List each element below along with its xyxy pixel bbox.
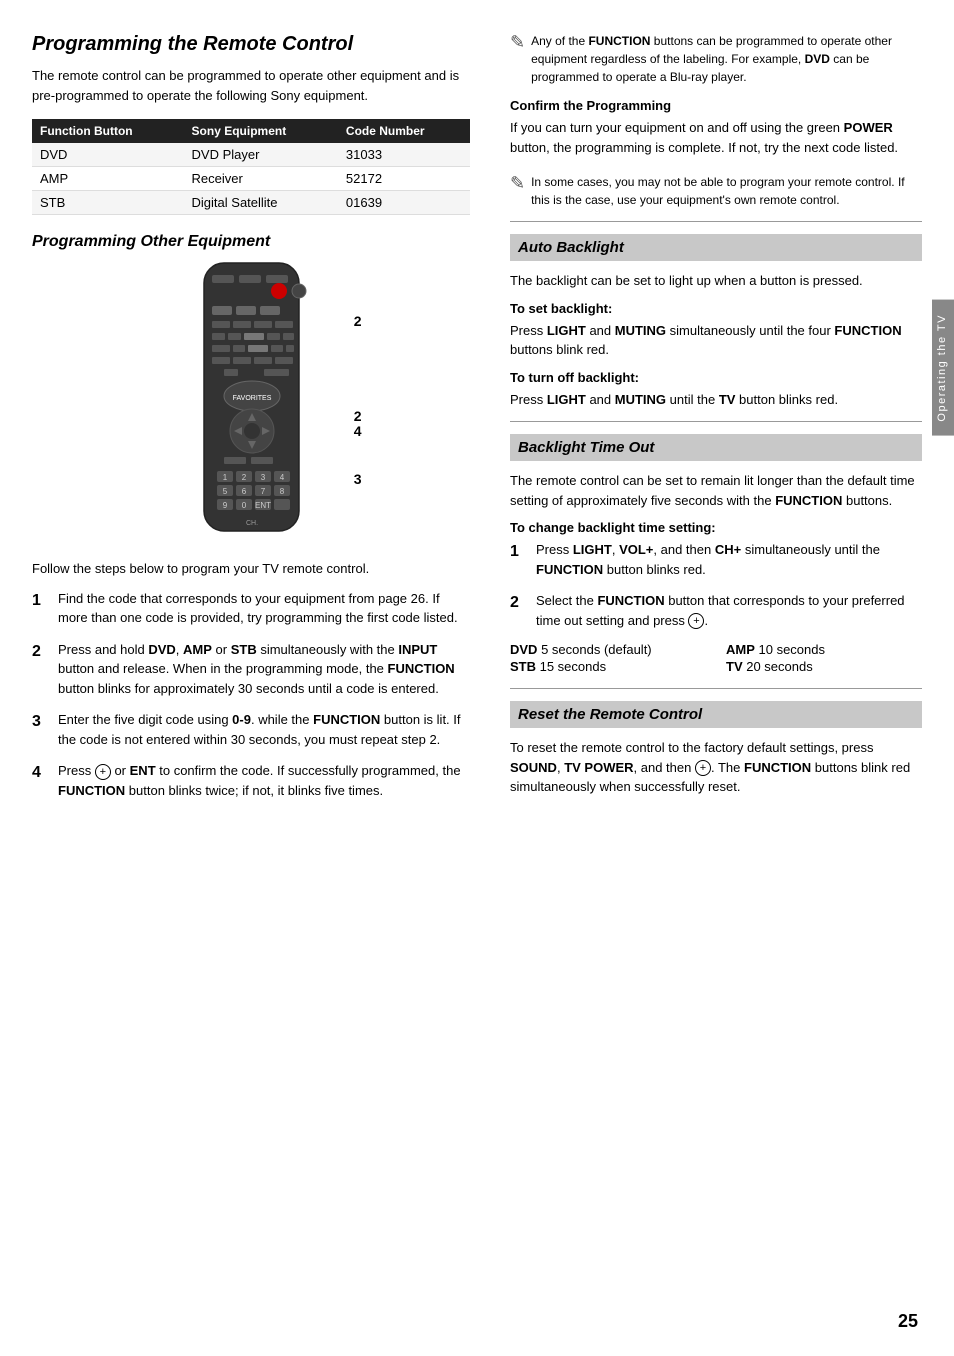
- left-column: Programming the Remote Control The remot…: [0, 0, 490, 1356]
- step-2-text: Press and hold DVD, AMP or STB simultane…: [58, 640, 470, 699]
- autobacklight-header: Auto Backlight: [510, 234, 922, 261]
- section2-title: Programming Other Equipment: [32, 233, 470, 251]
- table-row: DVDDVD Player31033: [32, 143, 470, 167]
- svg-text:2: 2: [241, 473, 246, 482]
- note-text-1: Any of the FUNCTION buttons can be progr…: [531, 32, 922, 86]
- step-1: Find the code that corresponds to your e…: [32, 589, 470, 628]
- backlight-step-1: Press LIGHT, VOL+, and then CH+ simultan…: [510, 540, 922, 579]
- backlight-steps: Press LIGHT, VOL+, and then CH+ simultan…: [510, 540, 922, 630]
- equipment-table: Function Button Sony Equipment Code Numb…: [32, 119, 470, 215]
- side-label: Operating the TV: [932, 300, 954, 436]
- steps-list: Find the code that corresponds to your e…: [32, 589, 470, 801]
- backlight-step-1-text: Press LIGHT, VOL+, and then CH+ simultan…: [536, 540, 922, 579]
- note-icon-2: ✎: [510, 173, 525, 209]
- svg-text:5: 5: [222, 487, 227, 496]
- set-backlight-text: Press LIGHT and MUTING simultaneously un…: [510, 321, 922, 360]
- svg-text:9: 9: [222, 501, 227, 510]
- backlight-step-2: Select the FUNCTION button that correspo…: [510, 591, 922, 630]
- svg-text:4: 4: [279, 473, 284, 482]
- table-cell: STB: [32, 191, 184, 215]
- step-4: Press + or ENT to confirm the code. If s…: [32, 761, 470, 800]
- step-3-text: Enter the five digit code using 0-9. whi…: [58, 710, 470, 749]
- table-cell: 01639: [338, 191, 470, 215]
- turn-off-heading: To turn off backlight:: [510, 370, 922, 385]
- svg-text:3: 3: [260, 473, 265, 482]
- time-table-entry: STB 15 seconds: [510, 659, 706, 674]
- table-cell: DVD Player: [184, 143, 338, 167]
- reset-header: Reset the Remote Control: [510, 701, 922, 728]
- table-cell: Receiver: [184, 167, 338, 191]
- enter-button-icon-2: +: [695, 760, 711, 776]
- step-3: Enter the five digit code using 0-9. whi…: [32, 710, 470, 749]
- svg-text:8: 8: [279, 487, 284, 496]
- enter-button-icon: +: [688, 613, 704, 629]
- confirm-text: If you can turn your equipment on and of…: [510, 118, 922, 157]
- note-text-2: In some cases, you may not be able to pr…: [531, 173, 922, 209]
- callout-3: 3: [354, 471, 362, 487]
- svg-text:6: 6: [241, 487, 246, 496]
- table-cell: DVD: [32, 143, 184, 167]
- step-4-text: Press + or ENT to confirm the code. If s…: [58, 761, 470, 800]
- callout-2: 2: [354, 313, 362, 329]
- page-number: 25: [898, 1311, 918, 1332]
- divider-2: [510, 421, 922, 422]
- page-title: Programming the Remote Control: [32, 32, 470, 56]
- table-header-equipment: Sony Equipment: [184, 119, 338, 143]
- turn-off-text: Press LIGHT and MUTING until the TV butt…: [510, 390, 922, 410]
- svg-text:FAVORITES: FAVORITES: [232, 395, 271, 402]
- backlight-timeout-text: The remote control can be set to remain …: [510, 471, 922, 510]
- time-table-entry: TV 20 seconds: [726, 659, 922, 674]
- svg-text:7: 7: [260, 487, 265, 496]
- intro-text: The remote control can be programmed to …: [32, 66, 470, 105]
- divider-3: [510, 688, 922, 689]
- time-table-entry: DVD 5 seconds (default): [510, 642, 706, 657]
- table-header-function: Function Button: [32, 119, 184, 143]
- remote-svg: FAVORITES 1: [169, 261, 334, 541]
- set-backlight-heading: To set backlight:: [510, 301, 922, 316]
- svg-text:ENT: ENT: [255, 501, 271, 510]
- note-box-1: ✎ Any of the FUNCTION buttons can be pro…: [510, 32, 922, 86]
- autobacklight-text: The backlight can be set to light up whe…: [510, 271, 922, 291]
- callout-24: 24: [354, 409, 362, 440]
- time-table-entry: AMP 10 seconds: [726, 642, 922, 657]
- svg-text:1: 1: [222, 473, 227, 482]
- confirm-section: Confirm the Programming If you can turn …: [510, 98, 922, 157]
- svg-text:CH.: CH.: [245, 520, 257, 527]
- backlight-step-2-text: Select the FUNCTION button that correspo…: [536, 591, 922, 630]
- table-row: AMPReceiver52172: [32, 167, 470, 191]
- reset-text: To reset the remote control to the facto…: [510, 738, 922, 797]
- confirm-heading: Confirm the Programming: [510, 98, 922, 113]
- step-1-text: Find the code that corresponds to your e…: [58, 589, 470, 628]
- note-box-2: ✎ In some cases, you may not be able to …: [510, 173, 922, 209]
- divider-1: [510, 221, 922, 222]
- table-cell: Digital Satellite: [184, 191, 338, 215]
- page: Programming the Remote Control The remot…: [0, 0, 954, 1356]
- time-table: DVD 5 seconds (default) AMP 10 seconds STB…: [510, 642, 922, 674]
- step-2: Press and hold DVD, AMP or STB simultane…: [32, 640, 470, 699]
- change-heading: To change backlight time setting:: [510, 520, 922, 535]
- table-cell: AMP: [32, 167, 184, 191]
- table-row: STBDigital Satellite01639: [32, 191, 470, 215]
- backlight-timeout-header: Backlight Time Out: [510, 434, 922, 461]
- right-column: ✎ Any of the FUNCTION buttons can be pro…: [490, 0, 954, 1356]
- note-icon-1: ✎: [510, 32, 525, 86]
- table-header-code: Code Number: [338, 119, 470, 143]
- remote-diagram: FAVORITES 1: [32, 261, 470, 541]
- svg-text:0: 0: [241, 501, 246, 510]
- steps-intro: Follow the steps below to program your T…: [32, 559, 470, 579]
- table-cell: 52172: [338, 167, 470, 191]
- table-cell: 31033: [338, 143, 470, 167]
- enter-btn: +: [95, 764, 111, 780]
